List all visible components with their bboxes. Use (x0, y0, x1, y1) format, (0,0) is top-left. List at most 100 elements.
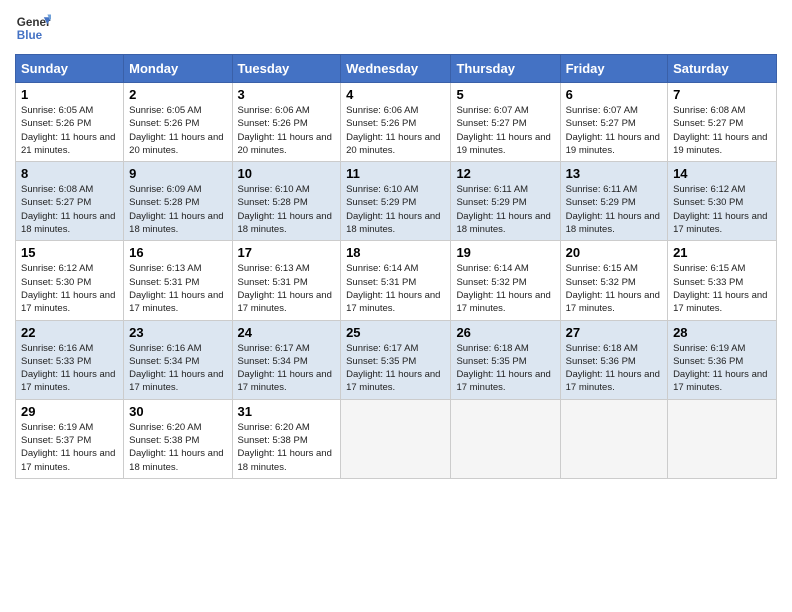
calendar-cell (560, 399, 667, 478)
calendar-cell: 1 Sunrise: 6:05 AM Sunset: 5:26 PM Dayli… (16, 83, 124, 162)
calendar-cell: 25 Sunrise: 6:17 AM Sunset: 5:35 PM Dayl… (341, 320, 451, 399)
day-info: Sunrise: 6:11 AM Sunset: 5:29 PM Dayligh… (566, 184, 660, 235)
day-number: 28 (673, 325, 771, 340)
day-number: 8 (21, 166, 118, 181)
calendar-cell: 10 Sunrise: 6:10 AM Sunset: 5:28 PM Dayl… (232, 162, 341, 241)
calendar-cell: 29 Sunrise: 6:19 AM Sunset: 5:37 PM Dayl… (16, 399, 124, 478)
calendar-cell: 16 Sunrise: 6:13 AM Sunset: 5:31 PM Dayl… (124, 241, 232, 320)
day-number: 1 (21, 87, 118, 102)
day-info: Sunrise: 6:16 AM Sunset: 5:33 PM Dayligh… (21, 343, 115, 394)
calendar-cell: 6 Sunrise: 6:07 AM Sunset: 5:27 PM Dayli… (560, 83, 667, 162)
calendar-cell: 18 Sunrise: 6:14 AM Sunset: 5:31 PM Dayl… (341, 241, 451, 320)
day-number: 16 (129, 245, 226, 260)
day-number: 15 (21, 245, 118, 260)
day-info: Sunrise: 6:07 AM Sunset: 5:27 PM Dayligh… (566, 105, 660, 156)
day-info: Sunrise: 6:11 AM Sunset: 5:29 PM Dayligh… (456, 184, 550, 235)
day-number: 14 (673, 166, 771, 181)
day-number: 3 (238, 87, 336, 102)
calendar-cell (668, 399, 777, 478)
day-number: 4 (346, 87, 445, 102)
day-info: Sunrise: 6:13 AM Sunset: 5:31 PM Dayligh… (129, 263, 223, 314)
day-info: Sunrise: 6:14 AM Sunset: 5:31 PM Dayligh… (346, 263, 440, 314)
calendar-cell (451, 399, 560, 478)
calendar-cell: 20 Sunrise: 6:15 AM Sunset: 5:32 PM Dayl… (560, 241, 667, 320)
calendar-cell: 30 Sunrise: 6:20 AM Sunset: 5:38 PM Dayl… (124, 399, 232, 478)
day-info: Sunrise: 6:15 AM Sunset: 5:33 PM Dayligh… (673, 263, 767, 314)
logo-icon: General Blue (15, 10, 51, 46)
calendar-cell: 4 Sunrise: 6:06 AM Sunset: 5:26 PM Dayli… (341, 83, 451, 162)
day-info: Sunrise: 6:18 AM Sunset: 5:36 PM Dayligh… (566, 343, 660, 394)
day-number: 19 (456, 245, 554, 260)
calendar-header-friday: Friday (560, 55, 667, 83)
day-info: Sunrise: 6:12 AM Sunset: 5:30 PM Dayligh… (21, 263, 115, 314)
day-info: Sunrise: 6:08 AM Sunset: 5:27 PM Dayligh… (673, 105, 767, 156)
calendar-cell: 26 Sunrise: 6:18 AM Sunset: 5:35 PM Dayl… (451, 320, 560, 399)
day-number: 10 (238, 166, 336, 181)
day-number: 17 (238, 245, 336, 260)
day-info: Sunrise: 6:13 AM Sunset: 5:31 PM Dayligh… (238, 263, 332, 314)
calendar-cell: 28 Sunrise: 6:19 AM Sunset: 5:36 PM Dayl… (668, 320, 777, 399)
calendar-header-saturday: Saturday (668, 55, 777, 83)
calendar-cell: 21 Sunrise: 6:15 AM Sunset: 5:33 PM Dayl… (668, 241, 777, 320)
day-info: Sunrise: 6:05 AM Sunset: 5:26 PM Dayligh… (129, 105, 223, 156)
day-number: 18 (346, 245, 445, 260)
day-info: Sunrise: 6:15 AM Sunset: 5:32 PM Dayligh… (566, 263, 660, 314)
calendar-cell: 3 Sunrise: 6:06 AM Sunset: 5:26 PM Dayli… (232, 83, 341, 162)
calendar-cell: 15 Sunrise: 6:12 AM Sunset: 5:30 PM Dayl… (16, 241, 124, 320)
day-number: 23 (129, 325, 226, 340)
day-info: Sunrise: 6:10 AM Sunset: 5:29 PM Dayligh… (346, 184, 440, 235)
day-info: Sunrise: 6:12 AM Sunset: 5:30 PM Dayligh… (673, 184, 767, 235)
day-info: Sunrise: 6:19 AM Sunset: 5:36 PM Dayligh… (673, 343, 767, 394)
calendar-cell: 7 Sunrise: 6:08 AM Sunset: 5:27 PM Dayli… (668, 83, 777, 162)
calendar-header-monday: Monday (124, 55, 232, 83)
day-number: 24 (238, 325, 336, 340)
day-number: 2 (129, 87, 226, 102)
svg-text:Blue: Blue (17, 29, 43, 42)
day-info: Sunrise: 6:20 AM Sunset: 5:38 PM Dayligh… (129, 422, 223, 473)
day-number: 22 (21, 325, 118, 340)
day-info: Sunrise: 6:05 AM Sunset: 5:26 PM Dayligh… (21, 105, 115, 156)
calendar-header-row: SundayMondayTuesdayWednesdayThursdayFrid… (16, 55, 777, 83)
calendar-cell: 11 Sunrise: 6:10 AM Sunset: 5:29 PM Dayl… (341, 162, 451, 241)
day-number: 7 (673, 87, 771, 102)
calendar-body: 1 Sunrise: 6:05 AM Sunset: 5:26 PM Dayli… (16, 83, 777, 479)
day-info: Sunrise: 6:06 AM Sunset: 5:26 PM Dayligh… (238, 105, 332, 156)
calendar-cell: 2 Sunrise: 6:05 AM Sunset: 5:26 PM Dayli… (124, 83, 232, 162)
day-number: 9 (129, 166, 226, 181)
day-info: Sunrise: 6:20 AM Sunset: 5:38 PM Dayligh… (238, 422, 332, 473)
day-number: 13 (566, 166, 662, 181)
calendar-week-3: 15 Sunrise: 6:12 AM Sunset: 5:30 PM Dayl… (16, 241, 777, 320)
day-info: Sunrise: 6:08 AM Sunset: 5:27 PM Dayligh… (21, 184, 115, 235)
day-number: 30 (129, 404, 226, 419)
day-info: Sunrise: 6:14 AM Sunset: 5:32 PM Dayligh… (456, 263, 550, 314)
calendar-week-5: 29 Sunrise: 6:19 AM Sunset: 5:37 PM Dayl… (16, 399, 777, 478)
day-number: 25 (346, 325, 445, 340)
calendar-cell: 13 Sunrise: 6:11 AM Sunset: 5:29 PM Dayl… (560, 162, 667, 241)
calendar-cell: 8 Sunrise: 6:08 AM Sunset: 5:27 PM Dayli… (16, 162, 124, 241)
day-number: 27 (566, 325, 662, 340)
calendar-cell: 31 Sunrise: 6:20 AM Sunset: 5:38 PM Dayl… (232, 399, 341, 478)
calendar-week-2: 8 Sunrise: 6:08 AM Sunset: 5:27 PM Dayli… (16, 162, 777, 241)
day-number: 21 (673, 245, 771, 260)
calendar-header-sunday: Sunday (16, 55, 124, 83)
day-info: Sunrise: 6:19 AM Sunset: 5:37 PM Dayligh… (21, 422, 115, 473)
day-info: Sunrise: 6:07 AM Sunset: 5:27 PM Dayligh… (456, 105, 550, 156)
day-info: Sunrise: 6:09 AM Sunset: 5:28 PM Dayligh… (129, 184, 223, 235)
day-number: 31 (238, 404, 336, 419)
day-number: 11 (346, 166, 445, 181)
calendar-header-thursday: Thursday (451, 55, 560, 83)
calendar-cell: 17 Sunrise: 6:13 AM Sunset: 5:31 PM Dayl… (232, 241, 341, 320)
day-info: Sunrise: 6:18 AM Sunset: 5:35 PM Dayligh… (456, 343, 550, 394)
calendar-cell: 19 Sunrise: 6:14 AM Sunset: 5:32 PM Dayl… (451, 241, 560, 320)
day-number: 12 (456, 166, 554, 181)
calendar-cell: 5 Sunrise: 6:07 AM Sunset: 5:27 PM Dayli… (451, 83, 560, 162)
logo: General Blue (15, 10, 51, 46)
day-number: 5 (456, 87, 554, 102)
calendar-header-wednesday: Wednesday (341, 55, 451, 83)
day-info: Sunrise: 6:10 AM Sunset: 5:28 PM Dayligh… (238, 184, 332, 235)
calendar-cell: 27 Sunrise: 6:18 AM Sunset: 5:36 PM Dayl… (560, 320, 667, 399)
calendar-cell: 12 Sunrise: 6:11 AM Sunset: 5:29 PM Dayl… (451, 162, 560, 241)
calendar-cell: 9 Sunrise: 6:09 AM Sunset: 5:28 PM Dayli… (124, 162, 232, 241)
calendar-cell: 22 Sunrise: 6:16 AM Sunset: 5:33 PM Dayl… (16, 320, 124, 399)
calendar-cell (341, 399, 451, 478)
